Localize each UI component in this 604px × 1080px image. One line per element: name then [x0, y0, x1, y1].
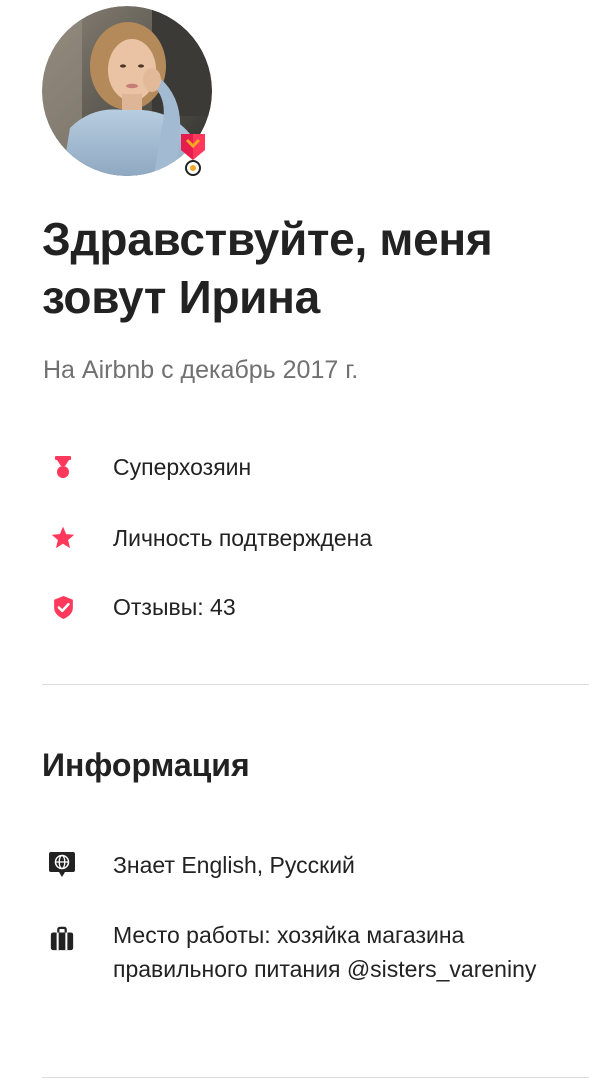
star-icon [47, 522, 79, 554]
work-text: Место работы: хозяйка магазина правильно… [113, 922, 537, 982]
stat-label: Личность подтверждена [113, 525, 373, 551]
stat-superhost: Суперхозяин [0, 445, 604, 489]
profile-greeting: Здравствуйте, меня зовут Ирина [42, 213, 493, 323]
stat-reviews[interactable]: Отзывы: 43 [0, 585, 604, 629]
section-divider [42, 1077, 589, 1078]
member-since-text: На Airbnb с декабрь 2017 г. [43, 356, 359, 384]
stat-identity-verified: Личность подтверждена [0, 516, 604, 560]
languages-text: Знает English, Русский [113, 852, 355, 878]
stat-label: Отзывы: 43 [113, 594, 236, 620]
section-divider [42, 684, 589, 685]
speech-bubble-globe-icon [46, 848, 78, 882]
briefcase-icon [46, 922, 78, 956]
superhost-ribbon-icon [47, 451, 79, 483]
stat-label: Суперхозяин [113, 454, 252, 480]
superhost-medal-icon [181, 134, 205, 176]
shield-check-icon [47, 591, 79, 623]
info-section-title: Информация [42, 747, 250, 783]
profile-avatar-container [42, 6, 212, 176]
